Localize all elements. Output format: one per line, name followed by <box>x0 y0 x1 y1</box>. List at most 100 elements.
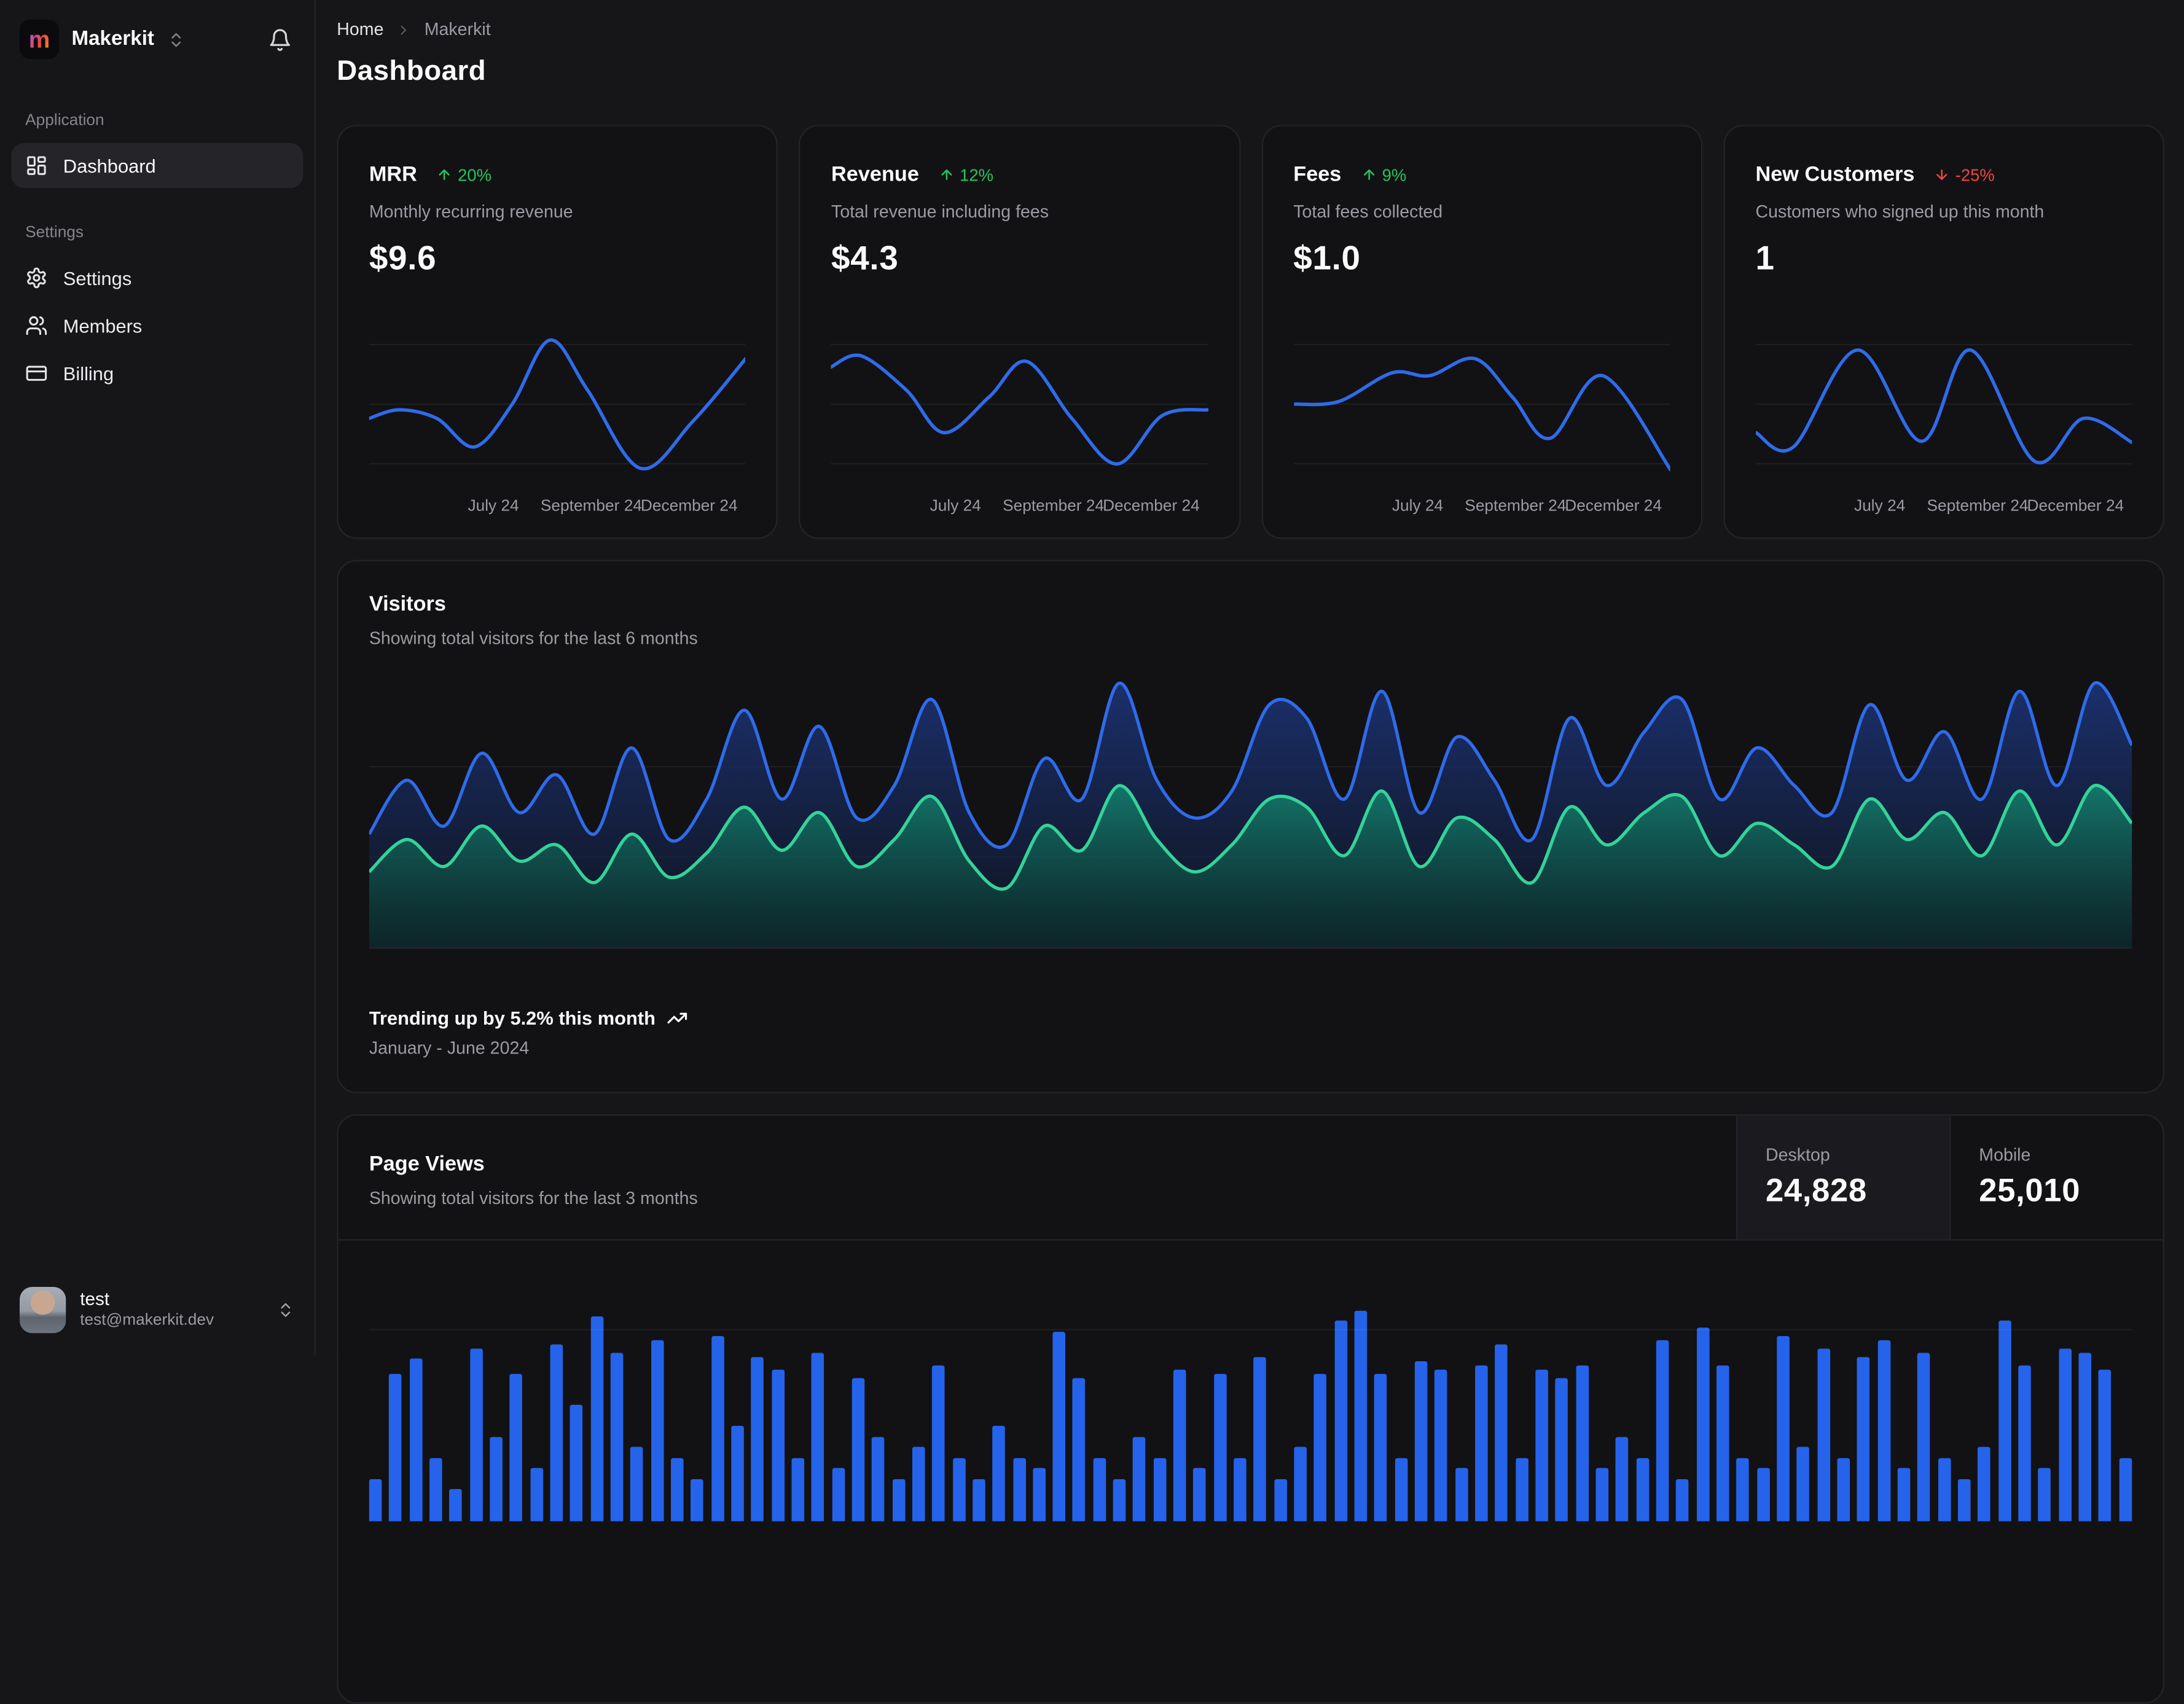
users-icon <box>26 316 47 335</box>
bar <box>2098 1369 2112 1522</box>
bar <box>1133 1437 1146 1522</box>
bar <box>1173 1369 1186 1522</box>
bar <box>912 1447 925 1522</box>
user-meta: test test@makerkit.dev <box>80 1289 214 1331</box>
tab-mobile[interactable]: Mobile 25,010 <box>1949 1116 2162 1240</box>
sparkline-chart: July 24 September 24 December 24 <box>1755 321 2132 520</box>
page-views-title: Page Views <box>369 1152 485 1176</box>
bar <box>711 1335 724 1522</box>
bar <box>550 1344 563 1522</box>
bar <box>1817 1348 1830 1522</box>
bar <box>1595 1468 1609 1522</box>
bar <box>1756 1468 1770 1522</box>
bar <box>570 1404 583 1522</box>
page-views-header: Page Views Showing total visitors for th… <box>338 1116 2163 1241</box>
bar <box>369 1479 382 1522</box>
bar <box>1314 1374 1327 1522</box>
bar <box>670 1458 684 1522</box>
breadcrumb-home-link[interactable]: Home <box>337 20 383 39</box>
bar <box>429 1458 442 1522</box>
bar <box>1153 1458 1167 1522</box>
bar <box>630 1447 643 1522</box>
sidebar-item-dashboard[interactable]: Dashboard <box>11 143 303 189</box>
arrow-up-icon <box>439 169 450 181</box>
user-menu[interactable]: test test@makerkit.dev <box>11 1281 303 1339</box>
bar <box>1877 1340 1890 1522</box>
visitors-subtitle: Showing total visitors for the last 6 mo… <box>369 628 698 649</box>
bar <box>1234 1458 1247 1522</box>
sidebar-item-label: Billing <box>63 362 114 384</box>
bar <box>1093 1458 1106 1522</box>
bar <box>530 1468 543 1522</box>
bar <box>1395 1458 1407 1522</box>
sparkline-chart: July 24 September 24 December 24 <box>1293 321 1670 520</box>
bar <box>831 1468 845 1522</box>
bar <box>1374 1374 1388 1522</box>
breadcrumb: Home Makerkit <box>337 20 2164 39</box>
bar <box>1354 1310 1368 1522</box>
makerkit-logo: m <box>19 19 59 59</box>
bar <box>1575 1365 1589 1522</box>
bell-icon <box>270 28 290 50</box>
x-axis-labels: July 24 September 24 December 24 <box>1391 498 1662 515</box>
bar <box>1033 1468 1046 1522</box>
gridline <box>369 1329 2132 1331</box>
bar <box>1415 1361 1428 1522</box>
bar <box>1998 1320 2011 1522</box>
breadcrumb-current[interactable]: Makerkit <box>425 20 491 39</box>
bar <box>651 1340 663 1522</box>
tab-desktop-value: 24,828 <box>1766 1171 1867 1209</box>
stat-value: $9.6 <box>369 240 437 278</box>
sidebar-item-label: Settings <box>63 267 132 289</box>
bar <box>992 1426 1006 1522</box>
sidebar-item-settings[interactable]: Settings <box>11 256 303 300</box>
stat-title: Fees <box>1293 163 1342 187</box>
page-views-bar-chart <box>369 1241 2132 1522</box>
bar <box>1455 1468 1468 1522</box>
trend-badge: -25% <box>1934 165 1995 184</box>
trend-badge: 12% <box>939 165 993 184</box>
chevrons-up-down-icon <box>171 32 181 47</box>
chevrons-up-down-icon <box>281 1303 291 1317</box>
user-email: test@makerkit.dev <box>80 1312 214 1330</box>
bar <box>1917 1353 1930 1522</box>
bar <box>1777 1335 1790 1522</box>
bar <box>1938 1458 1951 1522</box>
stat-card-fees: Fees 9% Total fees collected $1.0 July 2… <box>1261 125 1702 539</box>
stat-card-revenue: Revenue 12% Total revenue including fees… <box>799 125 1240 539</box>
sidebar-item-billing[interactable]: Billing <box>11 351 303 396</box>
bar <box>490 1437 503 1522</box>
visitors-title: Visitors <box>369 592 446 616</box>
visitors-card: Visitors Showing total visitors for the … <box>337 560 2164 1093</box>
bar <box>1193 1468 1207 1522</box>
arrow-up-icon <box>1363 169 1374 181</box>
bar <box>1978 1447 1991 1522</box>
sidebar-item-label: Members <box>63 315 143 337</box>
bar <box>1475 1365 1488 1522</box>
sidebar-section-settings: Settings <box>25 224 84 241</box>
trend-badge: 20% <box>437 165 491 184</box>
bar <box>932 1365 945 1522</box>
sparkline-chart: July 24 September 24 December 24 <box>369 321 746 520</box>
sidebar-item-members[interactable]: Members <box>11 303 303 348</box>
bar <box>771 1369 785 1522</box>
workspace-selector[interactable]: m Makerkit <box>11 17 303 61</box>
bar <box>731 1426 744 1522</box>
x-axis-labels: July 24 September 24 December 24 <box>468 498 738 515</box>
app-window: m Makerkit Application Dashboard Setting… <box>0 0 2184 1704</box>
bar <box>1656 1340 1669 1522</box>
bar <box>1012 1458 1025 1522</box>
bar <box>1716 1365 1729 1522</box>
stat-cards-row: MRR 20% Monthly recurring revenue $9.6 J… <box>337 125 2164 539</box>
bar <box>1897 1468 1911 1522</box>
stat-value: $1.0 <box>1293 240 1361 278</box>
bar <box>1495 1344 1508 1522</box>
page-title: Dashboard <box>337 56 487 87</box>
bar <box>952 1458 965 1522</box>
bar <box>1515 1458 1528 1522</box>
visitors-area-chart <box>369 678 2132 949</box>
notifications-button[interactable] <box>265 25 295 54</box>
bar <box>1254 1357 1267 1522</box>
trending-up-icon <box>667 1012 687 1024</box>
tab-desktop[interactable]: Desktop 24,828 <box>1736 1116 1950 1240</box>
